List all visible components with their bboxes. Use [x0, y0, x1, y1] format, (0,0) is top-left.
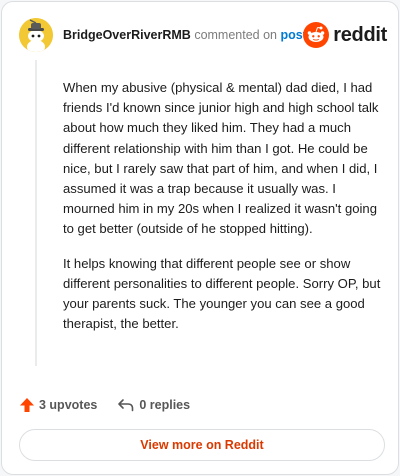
reply-arrow-icon — [118, 399, 134, 412]
upvotes-button[interactable]: 3 upvotes — [19, 397, 97, 413]
comment-header: BridgeOverRiverRMB commented on post red… — [19, 18, 387, 52]
snoo-avatar-icon[interactable] — [19, 18, 53, 52]
comment-embed-card: BridgeOverRiverRMB commented on post red… — [1, 1, 399, 475]
reddit-brand[interactable]: reddit — [303, 21, 387, 49]
comment-meta: BridgeOverRiverRMB commented on post — [63, 27, 307, 43]
upvotes-count: 3 upvotes — [39, 398, 98, 412]
comment-paragraph: When my abusive (physical & mental) dad … — [63, 80, 379, 237]
comment-paragraph: It helps knowing that different people s… — [63, 255, 381, 332]
replies-count: 0 replies — [139, 398, 191, 412]
upvote-arrow-icon — [20, 398, 34, 412]
reddit-wordmark: reddit — [333, 23, 387, 46]
comment-actions: 3 upvotes 0 replies — [19, 395, 190, 415]
view-more-button[interactable]: View more on Reddit — [19, 429, 385, 461]
thread-line — [35, 60, 37, 366]
commented-on-text: commented on — [194, 28, 277, 42]
comment-body: When my abusive (physical & mental) dad … — [63, 78, 381, 348]
replies-button[interactable]: 0 replies — [117, 397, 190, 413]
username-link[interactable]: BridgeOverRiverRMB — [63, 28, 191, 42]
reddit-logo-icon — [303, 22, 330, 48]
